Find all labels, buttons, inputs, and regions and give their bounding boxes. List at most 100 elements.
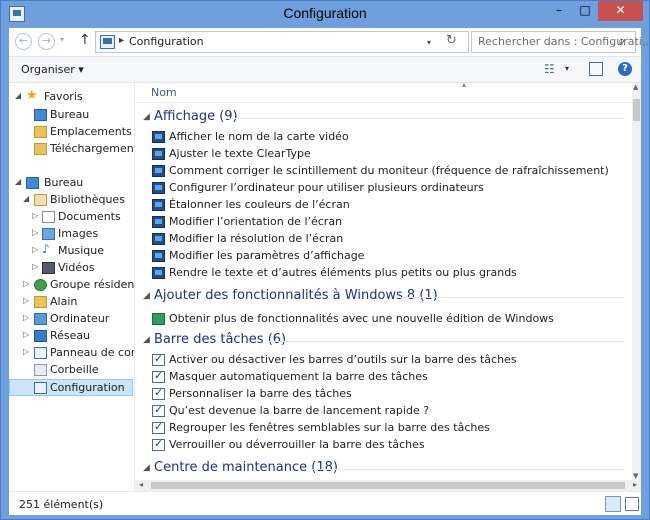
task-item[interactable]: Rendre le texte et d’autres éléments plu… [135,265,632,282]
sidebar-item-control-panel[interactable]: ▷ Panneau de configuration [15,345,134,362]
sidebar-item-network[interactable]: ▷ Réseau [15,328,133,345]
desktop-icon [34,109,47,121]
address-bar[interactable]: ▸ Configuration ▾ ↻ [95,31,469,53]
collapse-group-icon[interactable]: ◢ [143,335,150,345]
group-header[interactable]: ◢ Barre des tâches (6) [135,331,632,351]
scroll-left-arrow-icon[interactable]: ◂ [139,480,143,489]
task-item[interactable]: Modifier l’orientation de l’écran [135,214,535,231]
task-item[interactable]: Étalonner les couleurs de l’écran [135,197,535,214]
expand-closed-icon[interactable]: ▷ [32,245,38,254]
task-group-add-features: ◢ Ajouter des fonctionnalités à Windows … [135,287,632,331]
expand-open-icon[interactable]: ◢ [15,91,21,100]
vertical-scrollbar[interactable]: ▲ ▼ [632,83,641,480]
sidebar-item-favorites-desktop[interactable]: Bureau [15,107,133,124]
expand-closed-icon[interactable]: ▷ [23,296,29,305]
help-icon[interactable]: ? [618,62,632,76]
task-item[interactable]: Activer ou désactiver les barres d’outil… [135,352,535,369]
task-item[interactable]: Obtenir plus de fonctionnalités avec une… [135,311,632,328]
search-icon[interactable]: ⌕ [618,34,625,49]
sidebar-item-user[interactable]: ▷ Alain [15,294,133,311]
task-item[interactable]: Configurer l’ordinateur pour utiliser pl… [135,180,632,197]
breadcrumb-current[interactable]: Configuration [129,35,204,48]
minimize-button[interactable]: – [546,1,572,21]
sidebar-item-recycle-bin[interactable]: Corbeille [15,362,133,379]
sidebar-item-label: Images [58,227,99,240]
collapse-group-icon[interactable]: ◢ [143,291,150,301]
task-item[interactable]: Modifier les paramètres d’affichage [135,248,535,265]
taskbar-checkbox-icon [152,386,165,400]
expand-closed-icon[interactable]: ▷ [23,279,29,288]
group-divider [397,297,624,298]
sidebar-item-desktop[interactable]: ◢ Bureau [15,175,133,192]
sidebar-item-music[interactable]: ▷ ♪ Musique [15,242,133,260]
sidebar-item-documents[interactable]: ▷ Documents [15,209,133,226]
task-label: Modifier l’orientation de l’écran [169,215,343,228]
sidebar-item-label: Bibliothèques [50,193,125,206]
collapse-group-icon[interactable]: ◢ [143,463,150,473]
task-item[interactable]: Afficher le nom de la carte vidéo [135,129,535,146]
music-note-icon: ♪ [42,242,50,256]
task-label: Afficher le nom de la carte vidéo [169,130,349,143]
sidebar-item-pictures[interactable]: ▷ Images [15,226,133,243]
search-input[interactable]: Rechercher dans : Configurati... ⌕ [471,31,650,53]
group-header[interactable]: ◢ Ajouter des fonctionnalités à Windows … [135,287,632,307]
group-header[interactable]: ◢ Affichage (9) [135,108,632,128]
back-button[interactable]: ← [15,33,32,50]
sidebar-item-recent-places[interactable]: Emplacements récents [15,124,134,141]
large-icons-view-icon[interactable] [625,497,639,511]
explorer-window: Configuration – □ ✕ ← → ▾ ↑ ▸ Configurat… [0,0,650,520]
task-item[interactable]: Ajuster le texte ClearType [135,146,535,163]
expand-closed-icon[interactable]: ▷ [32,228,38,237]
change-view-icon[interactable]: ☷ [544,62,555,76]
expand-closed-icon[interactable]: ▷ [32,262,38,271]
expand-closed-icon[interactable]: ▷ [23,313,29,322]
breadcrumb-separator-icon[interactable]: ▸ [119,35,124,46]
task-item[interactable]: Qu’est devenue la barre de lancement rap… [135,403,535,420]
title-bar[interactable]: Configuration – □ ✕ [1,1,649,27]
up-arrow-icon[interactable]: ↑ [79,32,91,48]
sidebar-item-homegroup[interactable]: ▷ Groupe résidentiel [15,277,134,294]
task-item[interactable]: Personnaliser la barre des tâches [135,386,535,403]
videos-icon [42,262,55,274]
refresh-icon[interactable]: ↻ [446,33,457,48]
sidebar-item-computer[interactable]: ▷ Ordinateur [15,311,133,328]
horizontal-scrollbar[interactable]: ◂ ▸ [135,480,641,491]
expand-closed-icon[interactable]: ▷ [32,211,38,220]
sidebar-item-configuration[interactable]: Configuration [9,379,133,396]
preview-pane-icon[interactable] [589,62,603,76]
sidebar-item-libraries[interactable]: ◢ Bibliothèques [15,192,133,209]
task-item[interactable]: Verrouiller ou déverrouiller la barre de… [135,437,535,454]
expand-open-icon[interactable]: ◢ [15,177,21,186]
sidebar-item-videos[interactable]: ▷ Vidéos [15,260,133,277]
collapse-group-icon[interactable]: ◢ [143,112,150,122]
details-view-icon[interactable] [605,496,621,512]
task-item[interactable]: Comment corriger le scintillement du mon… [135,163,632,180]
control-panel-icon [100,35,115,49]
sidebar-item-downloads[interactable]: Téléchargements [15,141,134,158]
recent-locations-chevron-icon[interactable]: ▾ [60,35,64,44]
horizontal-scroll-thumb[interactable] [151,482,625,489]
star-icon: ★ [26,88,38,103]
sidebar-item-favorites[interactable]: ◢ ★ Favoris [15,88,133,106]
group-header[interactable]: ◢ Centre de maintenance (18) [135,459,632,479]
scroll-up-arrow-icon[interactable]: ▲ [633,83,638,91]
command-bar: Organiser ▾ ☷ ▾ ? [9,56,641,83]
scroll-right-arrow-icon[interactable]: ▸ [633,480,637,489]
task-item[interactable]: Regrouper les fenêtres semblables sur la… [135,420,535,437]
scroll-down-arrow-icon[interactable]: ▼ [633,472,638,480]
task-item[interactable]: Masquer automatiquement la barre des tâc… [135,369,535,386]
address-dropdown-icon[interactable]: ▾ [427,38,431,47]
expand-open-icon[interactable]: ◢ [23,194,29,203]
forward-button[interactable]: → [38,33,55,50]
close-button[interactable]: ✕ [598,1,643,21]
task-label: Masquer automatiquement la barre des tâc… [169,370,428,383]
task-item[interactable]: Modifier la résolution de l’écran [135,231,535,248]
expand-closed-icon[interactable]: ▷ [23,347,29,356]
view-dropdown-icon[interactable]: ▾ [565,64,569,73]
expand-closed-icon[interactable]: ▷ [23,330,29,339]
vertical-scroll-thumb[interactable] [633,99,640,121]
organize-menu-button[interactable]: Organiser ▾ [21,63,84,76]
monitor-icon [152,233,165,245]
column-header-name[interactable]: Nom [151,86,177,99]
maximize-button[interactable]: □ [572,1,598,21]
